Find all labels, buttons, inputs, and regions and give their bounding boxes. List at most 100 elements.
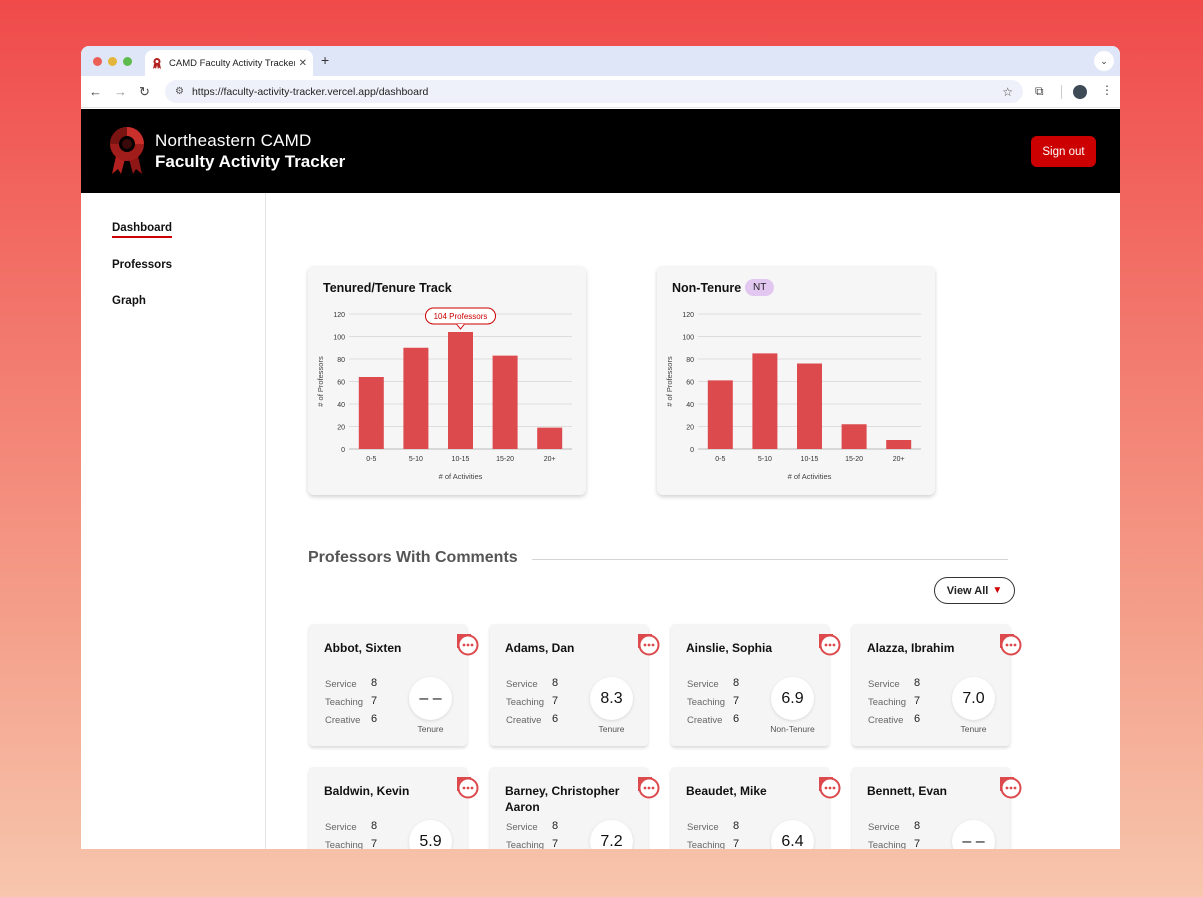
comment-flag-icon[interactable]: [819, 777, 841, 799]
professor-name: Baldwin, Kevin: [324, 784, 410, 798]
y-tick-label: 0: [690, 447, 694, 454]
bookmark-star-icon[interactable]: ☆: [1002, 85, 1013, 99]
teaching-label: Teaching: [506, 697, 545, 708]
x-tick-label: 0-5: [366, 456, 376, 463]
sign-out-button[interactable]: Sign out: [1031, 136, 1096, 167]
close-window-button[interactable]: [93, 57, 102, 66]
comment-flag-icon[interactable]: [457, 777, 479, 799]
service-label: Service: [325, 679, 357, 690]
view-all-label: View All: [946, 584, 989, 597]
professor-name: Alazza, Ibrahim: [867, 641, 955, 655]
creative-label: Creative: [868, 715, 904, 726]
nontenure-chart: 0 20 40 60 80 100 120 0-5 5-10 10-15 15-20 20+ # of …: [665, 312, 921, 481]
toolbar-divider: [1061, 85, 1062, 99]
tenured-chart-title: Tenured/Tenure Track: [323, 281, 452, 295]
y-tick-label: 100: [333, 335, 345, 342]
minimize-window-button[interactable]: [108, 57, 117, 66]
chevron-down-icon: ▼: [992, 585, 1003, 596]
y-tick-label: 80: [337, 357, 345, 364]
comment-flag-icon[interactable]: [638, 777, 660, 799]
professor-card[interactable]: Ainslie, Sophia Service 8 Teaching 7 Cre…: [671, 624, 841, 746]
reload-icon[interactable]: ↻: [139, 84, 150, 100]
y-tick-label: 40: [686, 402, 694, 409]
service-value: 8: [552, 677, 559, 689]
bar: [448, 332, 473, 449]
tab-bar: CAMD Faculty Activity Tracker ✕ + ⌄: [81, 46, 1120, 76]
creative-label: Creative: [687, 715, 723, 726]
tenure-type-label: Tenure: [960, 724, 987, 734]
teaching-label: Teaching: [868, 840, 907, 849]
creative-label: Creative: [506, 715, 542, 726]
x-tick-label: 15-20: [845, 456, 863, 463]
x-tick-label: 20+: [893, 456, 905, 463]
bar: [358, 377, 384, 449]
comment-flag-icon[interactable]: [1000, 777, 1022, 799]
professor-name: Beaudet, Mike: [686, 784, 767, 798]
maximize-window-button[interactable]: [123, 57, 132, 66]
nt-badge: NT: [745, 279, 775, 296]
professor-card[interactable]: Barney, Christopher Aaron Service 8 Teac…: [490, 767, 660, 849]
url-field[interactable]: ⚙ https://faculty-activity-tracker.verce…: [165, 80, 1023, 103]
comments-section-title: Professors With Comments: [308, 549, 518, 566]
comment-flag-icon[interactable]: [457, 634, 479, 656]
browser-tab[interactable]: CAMD Faculty Activity Tracker ✕: [145, 50, 313, 76]
ribbon-icon: [153, 58, 161, 69]
professor-name: Barney, Christopher Aaron: [505, 784, 620, 814]
bar: [537, 427, 563, 449]
profile-avatar[interactable]: [1073, 85, 1087, 99]
professor-card[interactable]: Bennett, Evan Service 8 Teaching 7 Creat…: [852, 767, 1022, 849]
bar-tooltip: 104 Professors: [425, 307, 496, 330]
teaching-value: 7: [733, 838, 740, 849]
forward-arrow-icon[interactable]: →: [114, 84, 127, 99]
y-axis-label: # of Professors: [665, 356, 674, 407]
professor-card[interactable]: Baldwin, Kevin Service 8 Teaching 7 Crea…: [309, 767, 479, 849]
section-divider: [532, 559, 1008, 560]
sidebar-item-professors[interactable]: Professors: [112, 259, 172, 271]
professor-name: Ainslie, Sophia: [686, 641, 773, 655]
sidebar-item-dashboard[interactable]: Dashboard: [112, 222, 173, 238]
x-axis-label: # of Activities: [439, 472, 483, 481]
back-arrow-icon[interactable]: ←: [89, 84, 102, 99]
professor-card[interactable]: Beaudet, Mike Service 8 Teaching 7 Creat…: [671, 767, 841, 849]
y-tick-label: 20: [337, 425, 345, 432]
bar: [752, 353, 778, 449]
brand-title: Northeastern CAMD Faculty Activity Track…: [155, 131, 345, 172]
professor-name: Bennett, Evan: [867, 784, 948, 798]
comment-flag-icon[interactable]: [1000, 634, 1022, 656]
professor-card[interactable]: Abbot, Sixten Service 8 Teaching 7 Creat…: [309, 624, 479, 746]
y-tick-label: 0: [341, 447, 345, 454]
comment-flag-icon[interactable]: [819, 634, 841, 656]
browser-menu-icon[interactable]: ⋮: [1101, 83, 1113, 97]
service-value: 8: [914, 820, 921, 832]
professor-name: Adams, Dan: [505, 641, 575, 655]
service-value: 8: [733, 820, 740, 832]
new-tab-icon[interactable]: +: [321, 52, 329, 68]
professor-card[interactable]: Alazza, Ibrahim Service 8 Teaching 7 Cre…: [852, 624, 1022, 746]
brand-line-1: Northeastern CAMD: [155, 131, 312, 150]
professor-card[interactable]: Adams, Dan Service 8 Teaching 7 Creative…: [490, 624, 660, 746]
comment-flag-icon[interactable]: [638, 634, 660, 656]
professor-name: Abbot, Sixten: [324, 641, 402, 655]
y-tick-label: 100: [682, 335, 694, 342]
tooltip-text: 104 Professors: [434, 312, 488, 321]
x-tick-label: 10-15: [801, 456, 819, 463]
y-tick-label: 120: [682, 312, 694, 319]
x-tick-label: 5-10: [409, 456, 423, 463]
creative-value: 6: [552, 713, 559, 725]
service-label: Service: [325, 822, 357, 833]
score-circle: – –: [952, 820, 995, 849]
site-settings-icon[interactable]: ⚙: [175, 86, 184, 97]
tab-search-icon[interactable]: ⌄: [1094, 51, 1114, 71]
sidebar-item-graph[interactable]: Graph: [112, 295, 146, 307]
service-label: Service: [687, 822, 719, 833]
tenured-chart-card: 0 20 40 60 80 100 120 0-5 5-10 10-15 15-20 20+ # of …: [308, 266, 586, 495]
service-value: 8: [371, 677, 378, 689]
x-tick-label: 5-10: [758, 456, 772, 463]
teaching-value: 7: [733, 695, 740, 707]
service-label: Service: [506, 679, 538, 690]
close-tab-icon[interactable]: ✕: [299, 58, 307, 69]
view-all-button[interactable]: View All ▼: [934, 577, 1015, 604]
extensions-icon[interactable]: ⧉: [1035, 84, 1044, 99]
teaching-value: 7: [371, 695, 378, 707]
tenure-type-label: Non-Tenure: [770, 724, 815, 734]
